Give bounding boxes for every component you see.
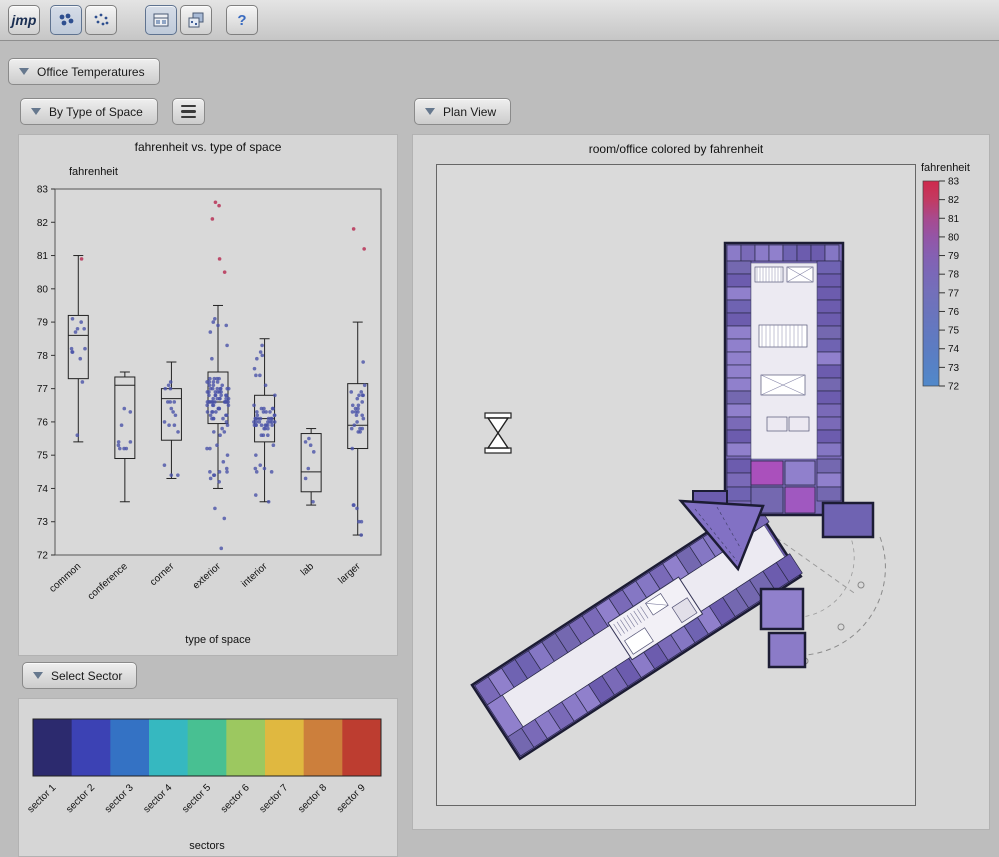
plan-panel: room/office colored by fahrenheit fahren…	[412, 134, 990, 830]
svg-text:sector 6: sector 6	[219, 782, 252, 815]
svg-text:type of space: type of space	[185, 634, 250, 646]
svg-text:83: 83	[37, 185, 49, 196]
svg-text:lab: lab	[299, 561, 317, 578]
svg-text:74: 74	[37, 484, 49, 495]
svg-text:sector 4: sector 4	[142, 782, 175, 815]
svg-text:interior: interior	[239, 561, 270, 590]
plan-chart-title: room/office colored by fahrenheit	[436, 142, 916, 156]
svg-text:larger: larger	[336, 561, 363, 587]
hamburger-icon	[181, 105, 196, 118]
svg-text:sector 5: sector 5	[180, 782, 213, 815]
svg-text:73: 73	[37, 517, 49, 528]
by-type-of-space-header[interactable]: By Type of Space	[20, 98, 158, 125]
svg-text:76: 76	[948, 307, 960, 318]
chart-menu-button[interactable]	[172, 98, 205, 125]
disclosure-triangle-icon	[19, 68, 29, 75]
sector-gradient-chart[interactable]: sector 1sector 2sector 3sector 4sector 5…	[19, 699, 397, 856]
svg-text:fahrenheit: fahrenheit	[69, 166, 118, 178]
select-sector-header[interactable]: Select Sector	[22, 662, 137, 689]
disclosure-triangle-icon	[425, 108, 435, 115]
svg-text:exterior: exterior	[191, 561, 224, 592]
plan-view-label: Plan View	[443, 105, 496, 119]
svg-text:sector 3: sector 3	[103, 782, 136, 815]
svg-text:corner: corner	[148, 561, 177, 589]
toolbar: jmp	[0, 0, 999, 41]
svg-text:sector 1: sector 1	[26, 782, 59, 815]
boxplot-panel: fahrenheit vs. type of space fahrenheit 83…	[18, 134, 398, 656]
svg-text:conference: conference	[86, 561, 130, 603]
svg-text:75: 75	[948, 326, 960, 337]
jmp-logo: jmp	[12, 12, 37, 28]
fahrenheit-legend[interactable]: fahrenheit 83 82 81 80 79 78 77 76 75 74 73 72	[919, 159, 989, 559]
svg-text:82: 82	[948, 195, 960, 206]
disclosure-triangle-icon	[33, 672, 43, 679]
help-icon: ?	[237, 12, 246, 29]
svg-text:72: 72	[948, 382, 960, 393]
svg-text:76: 76	[37, 417, 49, 428]
svg-text:common: common	[47, 561, 83, 595]
svg-text:75: 75	[37, 451, 49, 462]
jmp-window: jmp	[0, 0, 999, 857]
scatter-small-points-button[interactable]	[85, 5, 117, 35]
scatter-large-dots-icon	[57, 12, 75, 28]
plan-window-icon	[152, 12, 170, 28]
hourglass-cursor-icon	[485, 413, 511, 453]
svg-text:77: 77	[948, 288, 960, 299]
svg-text:81: 81	[948, 214, 960, 225]
overlay-windows-button[interactable]	[180, 5, 212, 35]
svg-text:80: 80	[948, 232, 960, 243]
svg-text:fahrenheit: fahrenheit	[921, 162, 970, 174]
plan-view-header[interactable]: Plan View	[414, 98, 511, 125]
sector-panel: sector 1sector 2sector 3sector 4sector 5…	[18, 698, 398, 857]
office-temperatures-header[interactable]: Office Temperatures	[8, 58, 160, 85]
svg-text:sectors: sectors	[189, 840, 225, 852]
svg-text:77: 77	[37, 384, 49, 395]
by-type-of-space-label: By Type of Space	[49, 105, 143, 119]
window-button-group	[145, 5, 212, 35]
office-temperatures-label: Office Temperatures	[37, 65, 145, 79]
svg-text:fahrenheit vs. type of space: fahrenheit vs. type of space	[135, 140, 282, 154]
svg-text:sector 8: sector 8	[296, 782, 329, 815]
svg-text:79: 79	[948, 251, 960, 262]
svg-text:83: 83	[948, 177, 960, 188]
svg-text:82: 82	[37, 218, 49, 229]
jmp-logo-button[interactable]: jmp	[8, 5, 40, 35]
select-sector-label: Select Sector	[51, 669, 122, 683]
boxplot-chart[interactable]: fahrenheit vs. type of space fahrenheit 83…	[19, 135, 397, 655]
disclosure-triangle-icon	[31, 108, 41, 115]
svg-text:sector 2: sector 2	[64, 782, 97, 815]
svg-text:sector 9: sector 9	[335, 782, 368, 815]
scatter-small-dots-icon	[92, 12, 110, 28]
svg-text:74: 74	[948, 344, 960, 355]
svg-text:78: 78	[37, 351, 49, 362]
svg-text:79: 79	[37, 318, 49, 329]
plan-window-button[interactable]	[145, 5, 177, 35]
help-button[interactable]: ?	[226, 5, 258, 35]
svg-text:sector 7: sector 7	[258, 782, 291, 815]
svg-text:80: 80	[37, 284, 49, 295]
svg-text:73: 73	[948, 363, 960, 374]
floorplan-chart[interactable]	[436, 164, 916, 806]
scatter-button-group	[50, 5, 117, 35]
svg-text:78: 78	[948, 270, 960, 281]
svg-text:72: 72	[37, 551, 49, 562]
overlay-windows-icon	[187, 12, 205, 28]
svg-text:81: 81	[37, 251, 49, 262]
scatter-large-points-button[interactable]	[50, 5, 82, 35]
